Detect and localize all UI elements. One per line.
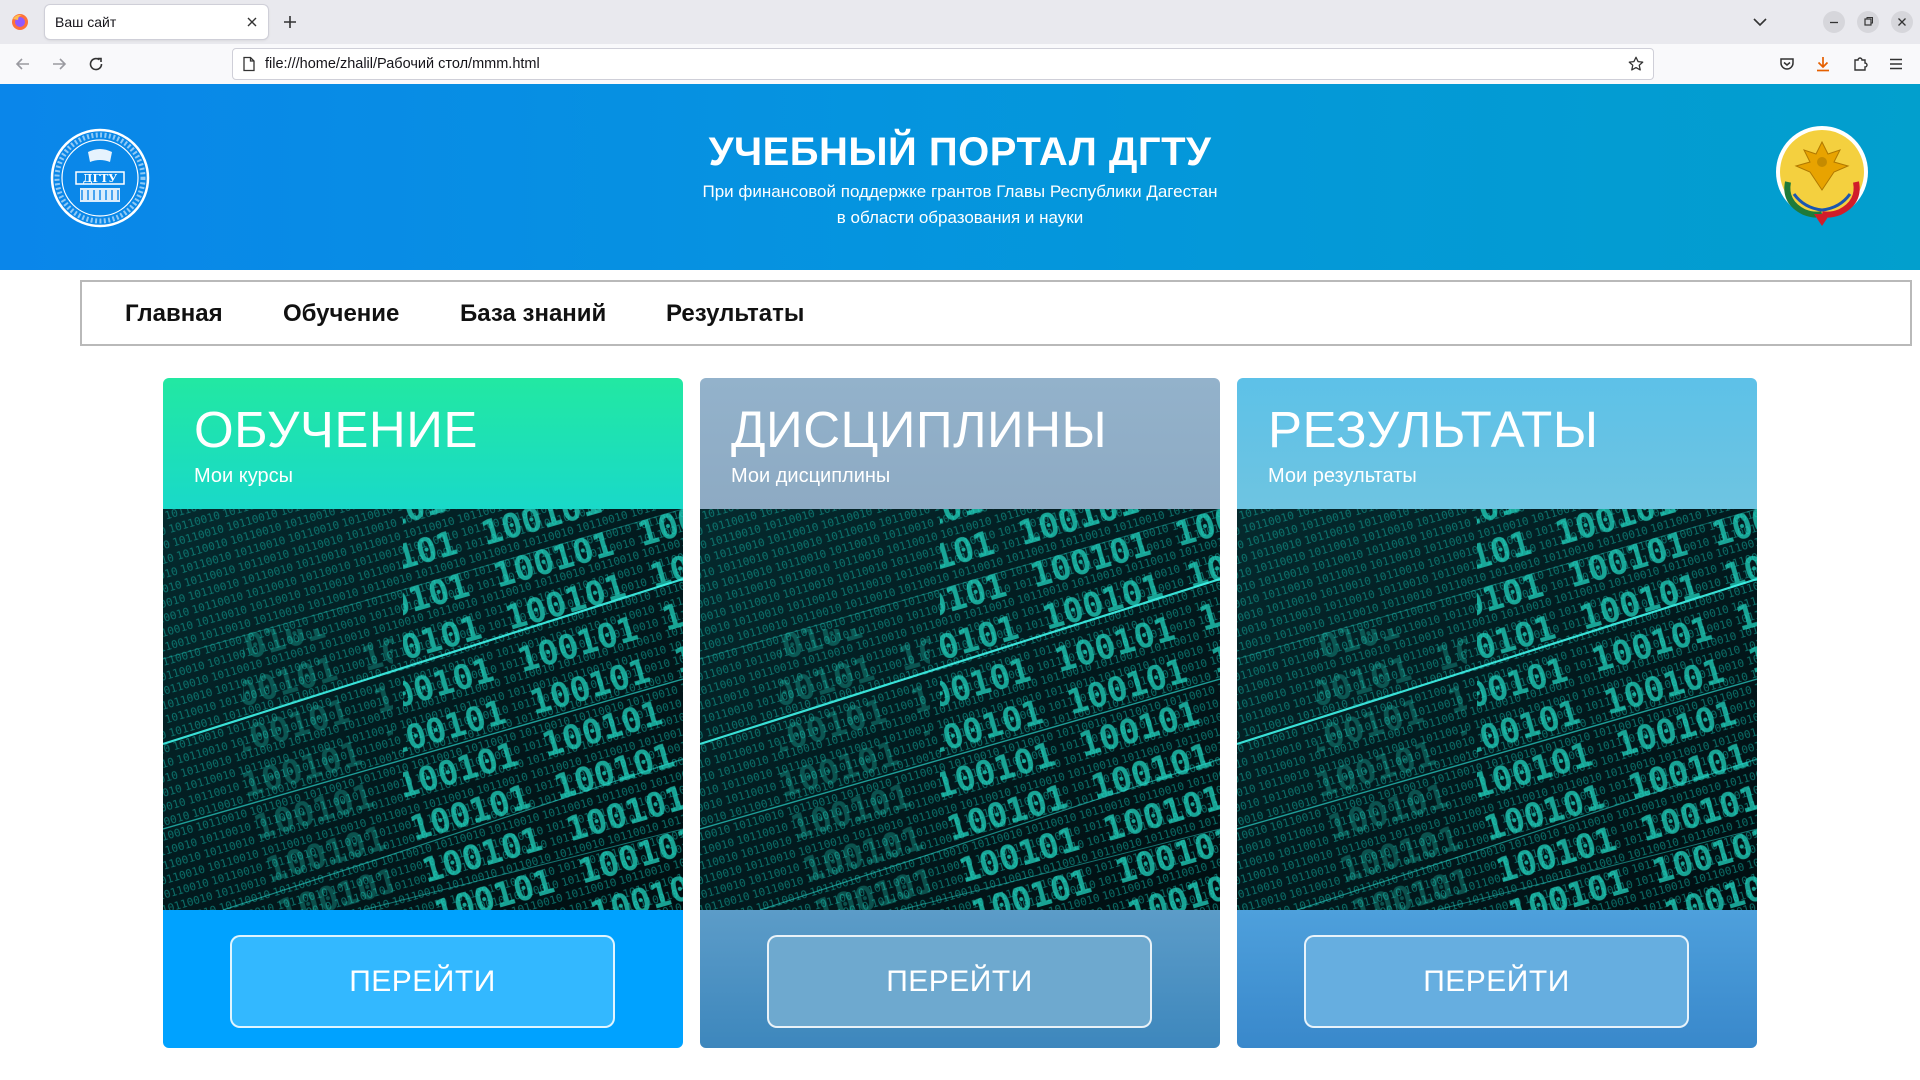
card-disciplines: ДИСЦИПЛИНЫ Мои дисциплины ПЕРЕЙТИ: [700, 378, 1220, 1048]
card-footer: ПЕРЕЙТИ: [163, 910, 683, 1048]
browser-tab[interactable]: Ваш сайт: [45, 5, 268, 39]
url-bar[interactable]: file:///home/zhalil/Рабочий стол/mmm.htm…: [232, 48, 1654, 80]
url-text: file:///home/zhalil/Рабочий стол/mmm.htm…: [265, 56, 540, 72]
card-header: ОБУЧЕНИЕ Мои курсы: [163, 378, 683, 509]
card-footer: ПЕРЕЙТИ: [1237, 910, 1757, 1048]
close-icon[interactable]: [244, 14, 260, 30]
card-subtitle: Мои дисциплины: [731, 465, 891, 487]
go-button[interactable]: ПЕРЕЙТИ: [230, 935, 615, 1028]
hamburger-menu-icon[interactable]: [1886, 54, 1906, 74]
card-results: РЕЗУЛЬТАТЫ Мои результаты ПЕРЕЙТИ: [1237, 378, 1757, 1048]
minimize-icon: [1830, 21, 1838, 24]
restore-button[interactable]: [1857, 11, 1879, 33]
dagestan-coat-of-arms-icon[interactable]: [1774, 124, 1870, 228]
main-menu: Главная Обучение База знаний Результаты: [80, 280, 1912, 346]
browser-toolbar: file:///home/zhalil/Рабочий стол/mmm.htm…: [0, 44, 1920, 85]
forward-arrow-icon[interactable]: [49, 54, 69, 74]
close-window-button[interactable]: [1891, 11, 1913, 33]
card-subtitle: Мои курсы: [194, 465, 293, 487]
go-button[interactable]: ПЕРЕЙТИ: [1304, 935, 1689, 1028]
card-title: ОБУЧЕНИЕ: [194, 401, 478, 458]
binary-code-image: [1237, 509, 1757, 910]
card-title: РЕЗУЛЬТАТЫ: [1268, 401, 1599, 458]
site-title: УЧЕБНЫЙ ПОРТАЛ ДГТУ: [708, 130, 1212, 174]
extensions-icon[interactable]: [1850, 54, 1870, 74]
page-icon: [243, 56, 255, 72]
card-subtitle: Мои результаты: [1268, 465, 1417, 487]
binary-code-image: [163, 509, 683, 910]
minimize-button[interactable]: [1823, 11, 1845, 33]
restore-icon: [1864, 17, 1873, 26]
card-footer: ПЕРЕЙТИ: [700, 910, 1220, 1048]
tab-title: Ваш сайт: [55, 14, 117, 30]
site-header: ДГТУ УЧЕБНЫЙ ПОРТАЛ ДГТУ При финансовой …: [0, 84, 1920, 270]
reload-icon[interactable]: [86, 54, 106, 74]
binary-code-image: [700, 509, 1220, 910]
menu-item-knowledge-base[interactable]: База знаний: [460, 300, 606, 328]
site-subtitle-line1: При финансовой поддержке грантов Главы Р…: [702, 182, 1218, 201]
menu-item-home[interactable]: Главная: [125, 300, 223, 328]
browser-tab-strip: Ваш сайт: [0, 0, 1920, 44]
download-icon[interactable]: [1813, 54, 1833, 74]
card-header: ДИСЦИПЛИНЫ Мои дисциплины: [700, 378, 1220, 509]
close-icon: [1898, 18, 1906, 26]
card-title: ДИСЦИПЛИНЫ: [731, 401, 1108, 458]
card-header: РЕЗУЛЬТАТЫ Мои результаты: [1237, 378, 1757, 509]
back-arrow-icon[interactable]: [13, 54, 33, 74]
menu-item-learning[interactable]: Обучение: [283, 300, 399, 328]
go-button[interactable]: ПЕРЕЙТИ: [767, 935, 1152, 1028]
site-subtitle-line2: в области образования и науки: [836, 208, 1084, 227]
card-learning: ОБУЧЕНИЕ Мои курсы ПЕРЕЙТИ: [163, 378, 683, 1048]
firefox-logo-icon: [12, 14, 28, 30]
menu-item-results[interactable]: Результаты: [666, 300, 804, 328]
chevron-down-icon[interactable]: [1750, 12, 1770, 32]
plus-icon[interactable]: [280, 12, 300, 32]
pocket-icon[interactable]: [1777, 54, 1797, 74]
bookmark-star-icon[interactable]: [1627, 55, 1645, 73]
